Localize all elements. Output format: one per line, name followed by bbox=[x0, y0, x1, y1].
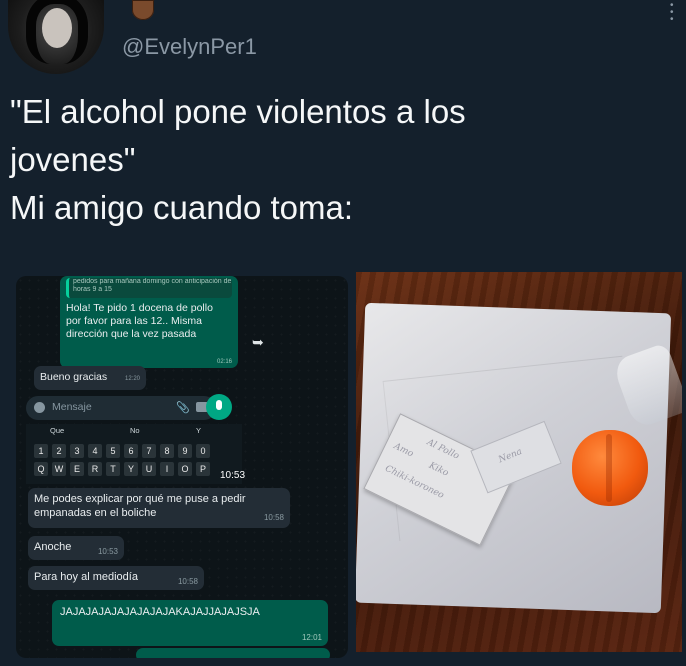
key[interactable]: 5 bbox=[106, 444, 120, 458]
key[interactable]: E bbox=[70, 462, 84, 476]
key[interactable]: 9 bbox=[178, 444, 192, 458]
input-placeholder: Mensaje bbox=[52, 401, 92, 413]
message-time: 12:20 bbox=[124, 376, 140, 382]
package-photo[interactable]: Al Pollo Amo Kiko Chiki-koroneo Nena bbox=[356, 272, 682, 652]
message-text: Anoche bbox=[34, 541, 72, 553]
emoji-badge-icon bbox=[132, 0, 154, 20]
card-line: Al Pollo bbox=[425, 437, 461, 462]
keyboard[interactable]: Que No Y 1 2 3 4 5 6 7 8 9 0 Q W E R T Y… bbox=[26, 424, 246, 484]
message-text: Hola! Te pido 1 docena de pollo por favo… bbox=[66, 302, 213, 340]
more-icon[interactable]: • • • bbox=[670, 1, 676, 25]
tweet-line: Mi amigo cuando toma: bbox=[10, 189, 354, 226]
orange-ball bbox=[572, 430, 648, 506]
user-handle[interactable]: @EvelynPer1 bbox=[122, 34, 257, 60]
user-avatar[interactable] bbox=[8, 0, 104, 74]
key[interactable]: 3 bbox=[70, 444, 84, 458]
key[interactable]: Q bbox=[34, 462, 48, 476]
message-text: Me podes explicar por qué me puse a pedi… bbox=[34, 493, 246, 519]
key[interactable]: R bbox=[88, 462, 102, 476]
suggestion[interactable]: No bbox=[130, 426, 140, 435]
key[interactable]: W bbox=[52, 462, 66, 476]
outgoing-message: pedidos para mañana domingo con anticipa… bbox=[60, 276, 238, 368]
incoming-message: Bueno gracias 12:20 bbox=[34, 366, 146, 390]
incoming-message: Para hoy al mediodía 10:58 bbox=[28, 566, 204, 590]
key[interactable]: T bbox=[106, 462, 120, 476]
message-time: 02:16 bbox=[216, 359, 232, 365]
suggestion[interactable]: Y bbox=[196, 426, 201, 435]
orange-segment bbox=[606, 434, 612, 502]
key[interactable]: 0 bbox=[196, 444, 210, 458]
message-time: 10:58 bbox=[177, 577, 198, 586]
key[interactable]: U bbox=[142, 462, 156, 476]
key[interactable]: I bbox=[160, 462, 174, 476]
key[interactable]: 1 bbox=[34, 444, 48, 458]
mic-button[interactable] bbox=[206, 394, 232, 420]
emoji-icon[interactable] bbox=[34, 402, 45, 413]
whatsapp-screenshot[interactable]: pedidos para mañana domingo con anticipa… bbox=[16, 276, 348, 658]
keyboard-suggestions[interactable]: Que No Y bbox=[26, 426, 242, 438]
mic-icon bbox=[216, 400, 222, 410]
key[interactable]: P bbox=[196, 462, 210, 476]
card-line: Kiko bbox=[427, 460, 450, 479]
outgoing-message bbox=[136, 648, 330, 658]
attach-icon[interactable]: 📎 bbox=[176, 401, 190, 414]
key[interactable]: 8 bbox=[160, 444, 174, 458]
message-time: 10:58 bbox=[263, 513, 284, 522]
key[interactable]: O bbox=[178, 462, 192, 476]
avatar-face bbox=[42, 8, 72, 48]
card-line: Amo bbox=[392, 441, 415, 460]
incoming-message: Anoche 10:53 bbox=[28, 536, 124, 560]
tweet-text: "El alcohol pone violentos a los jovenes… bbox=[10, 88, 670, 232]
outgoing-message: JAJAJAJAJAJAJAJAJAKAJAJJAJAJSJA 12:01 bbox=[52, 600, 328, 646]
tag-text: Nena bbox=[497, 446, 524, 466]
tweet-line: "El alcohol pone violentos a los bbox=[10, 93, 466, 130]
tweet-line: jovenes" bbox=[10, 141, 136, 178]
message-time: 10:53 bbox=[97, 547, 118, 556]
message-input[interactable]: Mensaje 📎 bbox=[26, 396, 216, 420]
message-time: 12:01 bbox=[301, 633, 322, 642]
key[interactable]: Y bbox=[124, 462, 138, 476]
key[interactable]: 7 bbox=[142, 444, 156, 458]
key[interactable]: 6 bbox=[124, 444, 138, 458]
key[interactable]: 4 bbox=[88, 444, 102, 458]
suggestion[interactable]: Que bbox=[50, 426, 64, 435]
message-text: JAJAJAJAJAJAJAJAJAKAJAJJAJAJSJA bbox=[60, 606, 260, 618]
key[interactable]: 2 bbox=[52, 444, 66, 458]
message-text: Para hoy al mediodía bbox=[34, 571, 138, 583]
message-text: Bueno gracias bbox=[40, 371, 108, 383]
clock: 10:53 bbox=[220, 470, 246, 481]
share-icon[interactable]: ➥ bbox=[252, 334, 266, 350]
incoming-message: Me podes explicar por qué me puse a pedi… bbox=[28, 488, 290, 528]
quoted-message: pedidos para mañana domingo con anticipa… bbox=[66, 278, 232, 298]
